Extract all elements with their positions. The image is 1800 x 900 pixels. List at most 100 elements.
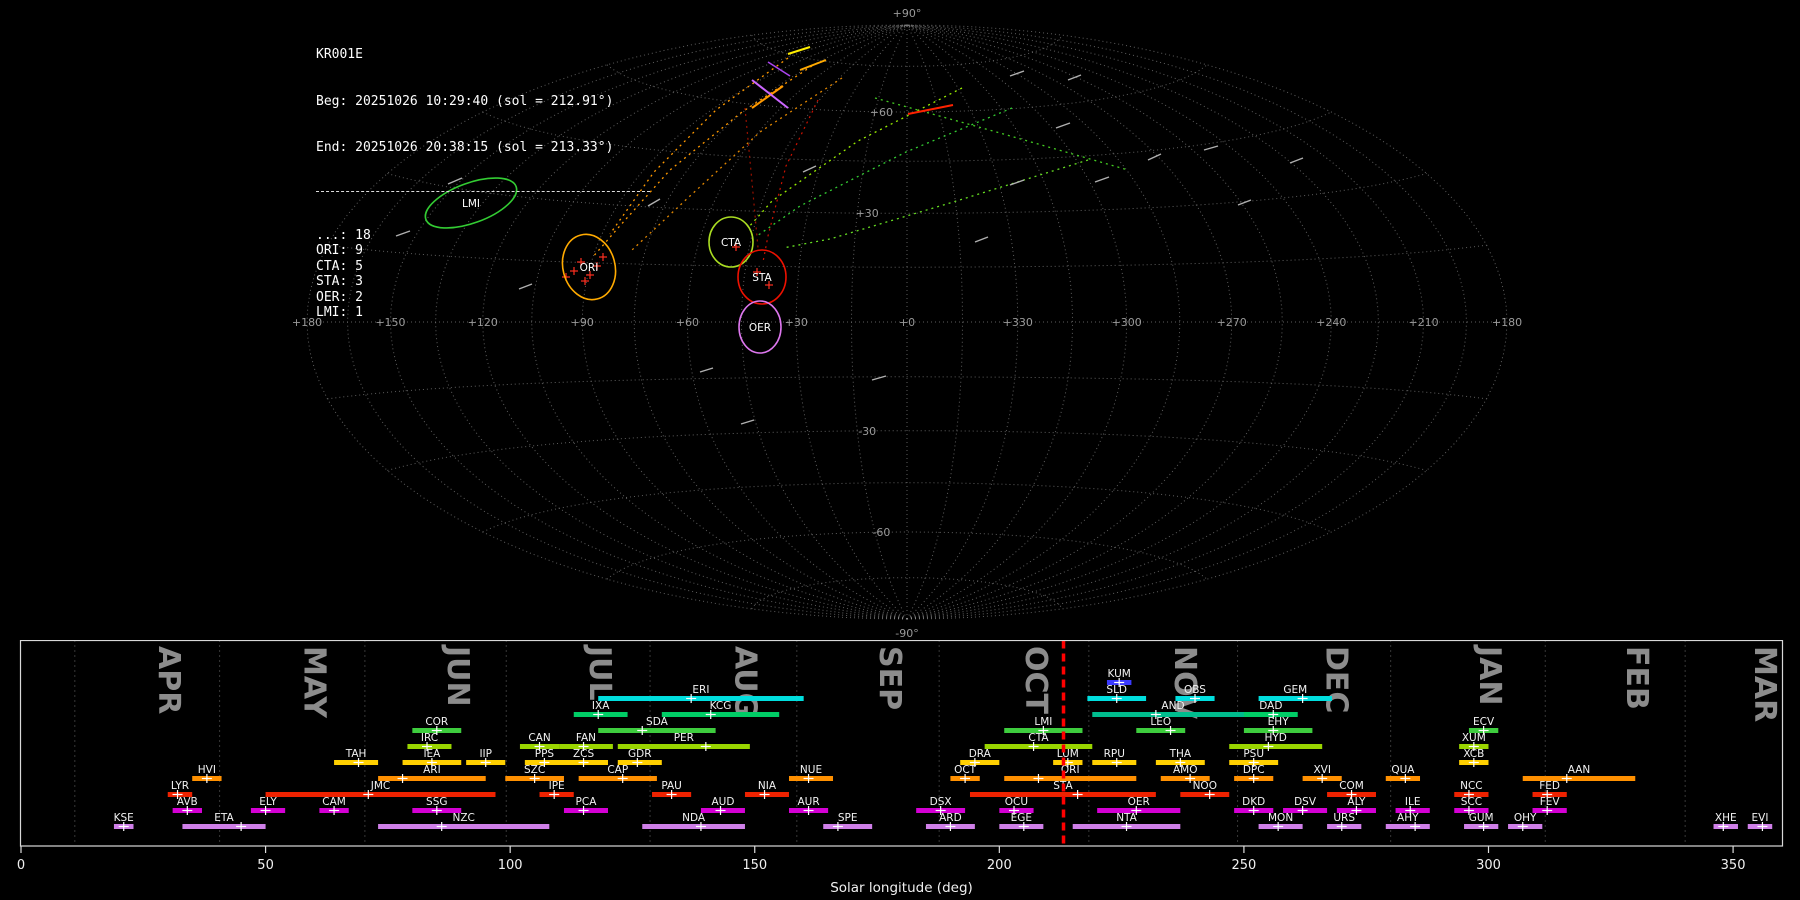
- svg-text:ECV: ECV: [1473, 716, 1495, 728]
- svg-text:PAU: PAU: [661, 780, 682, 792]
- svg-text:TAH: TAH: [345, 748, 367, 760]
- svg-text:200: 200: [987, 858, 1012, 873]
- svg-text:URS: URS: [1333, 812, 1355, 824]
- svg-text:150: 150: [742, 858, 767, 873]
- svg-text:-30: -30: [858, 425, 876, 438]
- svg-text:PPS: PPS: [535, 748, 555, 760]
- timeline-svg: APR MAY JUN JUL AUG SEP OCT NOV DEC JAN FEB MARKUME…: [17, 640, 1784, 896]
- svg-text:XUM: XUM: [1462, 732, 1486, 744]
- svg-text:IEA: IEA: [423, 748, 441, 760]
- svg-text:KCG: KCG: [710, 700, 732, 712]
- svg-text:JUN: JUN: [440, 644, 475, 707]
- svg-text:OCT: OCT: [954, 764, 977, 776]
- svg-text:350: 350: [1721, 858, 1746, 873]
- svg-text:OCU: OCU: [1005, 796, 1028, 808]
- svg-text:NDA: NDA: [682, 812, 706, 824]
- svg-text:AUR: AUR: [797, 796, 819, 808]
- svg-text:+300: +300: [1112, 316, 1142, 329]
- svg-text:EGE: EGE: [1011, 812, 1032, 824]
- svg-text:APR: APR: [151, 646, 186, 714]
- svg-text:JUL: JUL: [582, 644, 617, 701]
- svg-text:RPU: RPU: [1104, 748, 1125, 760]
- svg-text:+270: +270: [1217, 316, 1247, 329]
- svg-text:0: 0: [17, 858, 25, 873]
- svg-text:+60: +60: [676, 316, 699, 329]
- svg-text:KUM: KUM: [1107, 668, 1130, 680]
- svg-text:SZC: SZC: [524, 764, 545, 776]
- svg-text:+210: +210: [1408, 316, 1438, 329]
- svg-text:OER: OER: [1128, 796, 1150, 808]
- svg-text:ALY: ALY: [1347, 796, 1366, 808]
- svg-text:MON: MON: [1268, 812, 1293, 824]
- svg-text:50: 50: [257, 858, 274, 873]
- svg-text:CAP: CAP: [607, 764, 628, 776]
- svg-text:OHY: OHY: [1514, 812, 1537, 824]
- svg-text:OER: OER: [749, 322, 771, 334]
- svg-text:EHY: EHY: [1268, 716, 1290, 728]
- svg-text:SLD: SLD: [1106, 684, 1127, 696]
- svg-text:NOO: NOO: [1193, 780, 1217, 792]
- svg-text:-90°: -90°: [895, 627, 918, 640]
- svg-text:COM: COM: [1339, 780, 1364, 792]
- svg-text:FED: FED: [1539, 780, 1560, 792]
- svg-text:QUA: QUA: [1391, 764, 1415, 776]
- svg-text:NZC: NZC: [453, 812, 475, 824]
- svg-text:OCT: OCT: [1018, 646, 1053, 715]
- svg-text:OBS: OBS: [1184, 684, 1206, 696]
- svg-text:+240: +240: [1316, 316, 1346, 329]
- svg-text:+180: +180: [1492, 316, 1522, 329]
- svg-text:SDA: SDA: [646, 716, 669, 728]
- svg-text:STA: STA: [752, 272, 772, 284]
- svg-text:DSV: DSV: [1294, 796, 1317, 808]
- count-line: ORI: 9: [316, 243, 363, 258]
- sky-map-svg: +180 +150 +120 +90 +60 +30 +0 +330 +300 +270 +240 +…: [292, 7, 1522, 640]
- count-line: OER: 2: [316, 289, 363, 305]
- svg-text:LMI: LMI: [1034, 716, 1052, 728]
- meteor-radiant-app: +180 +150 +120 +90 +60 +30 +0 +330 +300 +270 +240 +…: [0, 0, 1800, 900]
- count-line: ...: 18: [316, 227, 371, 243]
- svg-text:AMO: AMO: [1173, 764, 1198, 776]
- svg-text:FAN: FAN: [576, 732, 596, 744]
- count-line: CTA: 5: [316, 258, 363, 274]
- svg-text:DRA: DRA: [969, 748, 992, 760]
- svg-text:PSU: PSU: [1243, 748, 1264, 760]
- svg-text:SSG: SSG: [426, 796, 447, 808]
- svg-text:PER: PER: [674, 732, 694, 744]
- svg-text:FEV: FEV: [1540, 796, 1561, 808]
- svg-text:AVB: AVB: [177, 796, 198, 808]
- svg-text:CAM: CAM: [322, 796, 346, 808]
- svg-text:COR: COR: [425, 716, 448, 728]
- svg-text:ELY: ELY: [259, 796, 277, 808]
- svg-text:300: 300: [1476, 858, 1501, 873]
- svg-text:DAD: DAD: [1259, 700, 1282, 712]
- svg-text:ILE: ILE: [1405, 796, 1421, 808]
- svg-text:XHE: XHE: [1715, 812, 1737, 824]
- svg-text:JAN: JAN: [1472, 644, 1507, 706]
- svg-text:JMC: JMC: [370, 780, 391, 792]
- svg-text:LUM: LUM: [1057, 748, 1079, 760]
- svg-text:GUM: GUM: [1469, 812, 1494, 824]
- svg-text:AAN: AAN: [1568, 764, 1591, 776]
- svg-text:NIA: NIA: [758, 780, 777, 792]
- svg-text:ARI: ARI: [423, 764, 441, 776]
- svg-text:MAY: MAY: [296, 646, 331, 719]
- svg-text:AUD: AUD: [711, 796, 734, 808]
- end-time: End: 20251026 20:38:15 (sol = 213.33°): [316, 140, 614, 155]
- svg-text:GEM: GEM: [1283, 684, 1307, 696]
- svg-text:LEO: LEO: [1150, 716, 1171, 728]
- svg-text:+30: +30: [785, 316, 808, 329]
- svg-text:+0: +0: [899, 316, 915, 329]
- svg-text:100: 100: [498, 858, 523, 873]
- svg-text:THA: THA: [1169, 748, 1192, 760]
- svg-text:+330: +330: [1003, 316, 1033, 329]
- svg-text:MAR: MAR: [1747, 646, 1782, 722]
- svg-text:+30: +30: [856, 207, 879, 220]
- svg-text:CTA: CTA: [1028, 732, 1049, 744]
- shower-counts: ...: 18 ORI: 9 CTA: 5 STA: 3 OER: 2 LMI: 1: [316, 228, 650, 321]
- count-line: LMI: 1: [316, 305, 363, 320]
- svg-text:-60: -60: [872, 526, 890, 539]
- svg-text:XCB: XCB: [1463, 748, 1484, 760]
- station-id: KR001E: [316, 47, 363, 62]
- count-line: STA: 3: [316, 274, 363, 289]
- svg-text:FEB: FEB: [1619, 646, 1654, 710]
